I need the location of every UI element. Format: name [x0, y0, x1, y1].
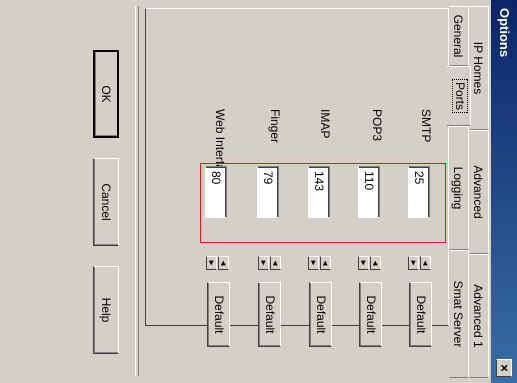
smtp-label: SMTP [419, 109, 433, 143]
imap-default-button[interactable]: Default [309, 282, 332, 347]
imap-spin-down-icon[interactable]: ► [308, 256, 319, 270]
imap-label: IMAP [318, 109, 332, 139]
smtp-default-button[interactable]: Default [409, 282, 432, 347]
options-dialog: Options × IP Homes Advanced Advanced 1 G… [0, 0, 517, 383]
web-interface-default-button[interactable]: Default [207, 282, 230, 347]
web-interface-port-input[interactable] [205, 166, 227, 218]
finger-spin-down-icon[interactable]: ► [258, 256, 269, 270]
tab-general[interactable]: General [449, 6, 469, 66]
tab-smart-server[interactable]: Smat Server [449, 250, 469, 378]
web-spin-down-icon[interactable]: ► [206, 256, 217, 270]
close-button[interactable]: × [496, 359, 512, 377]
tab-ip-homes[interactable]: IP Homes [469, 6, 489, 130]
tab-ports-label: Ports [452, 78, 468, 113]
separator [135, 6, 139, 376]
pop3-label: POP3 [370, 109, 384, 142]
cancel-button[interactable]: Cancel [93, 158, 119, 246]
pop3-port-input[interactable] [358, 166, 380, 218]
finger-port-input[interactable] [257, 166, 279, 218]
finger-default-button[interactable]: Default [258, 282, 281, 347]
smtp-spin-up-icon[interactable]: ◄ [420, 256, 431, 270]
smtp-spin-down-icon[interactable]: ► [408, 256, 419, 270]
tab-advanced-1[interactable]: Advanced 1 [469, 254, 489, 378]
ok-button[interactable]: OK [93, 50, 119, 138]
pop3-default-button[interactable]: Default [359, 282, 382, 347]
tab-logging[interactable]: Logging [449, 126, 469, 250]
pop3-spin-down-icon[interactable]: ► [358, 256, 369, 270]
finger-spin-up-icon[interactable]: ◄ [270, 256, 281, 270]
tab-ports[interactable]: Ports [447, 66, 471, 126]
finger-label: Finger [268, 109, 282, 144]
web-spin-up-icon[interactable]: ◄ [218, 256, 229, 270]
window-title: Options [497, 8, 512, 58]
pop3-spin-up-icon[interactable]: ◄ [370, 256, 381, 270]
ports-panel: SMTP POP3 IMAP Finger Web Interface [145, 8, 449, 326]
imap-spin-up-icon[interactable]: ◄ [320, 256, 331, 270]
smtp-port-input[interactable] [408, 166, 430, 218]
title-bar: Options × [491, 0, 517, 383]
tab-advanced[interactable]: Advanced [469, 130, 489, 254]
help-button[interactable]: Help [93, 266, 119, 354]
imap-port-input[interactable] [308, 166, 330, 218]
